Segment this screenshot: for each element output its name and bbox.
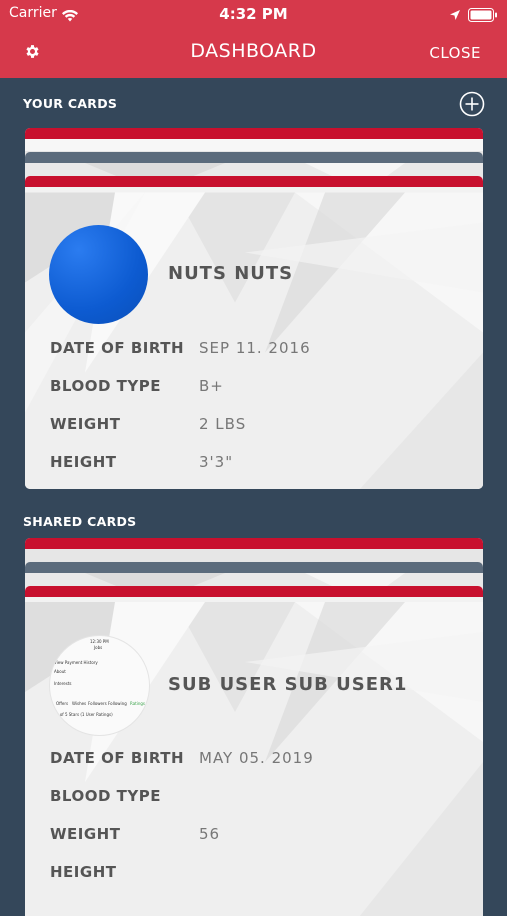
blood-type-value: B+ (199, 377, 224, 395)
close-button[interactable]: CLOSE (429, 44, 481, 62)
avatar-text: View Payment History (54, 660, 98, 665)
dob-label: DATE OF BIRTH (50, 749, 184, 767)
avatar-text: 12:30 PM (90, 639, 109, 644)
blood-type-label: BLOOD TYPE (50, 377, 161, 395)
clock: 4:32 PM (219, 5, 288, 23)
dob-value: SEP 11. 2016 (199, 339, 311, 357)
avatar-text: Ratings (130, 701, 145, 706)
card-stripe (25, 586, 483, 597)
battery-icon (468, 7, 498, 26)
dob-label: DATE OF BIRTH (50, 339, 184, 357)
blood-type-label: BLOOD TYPE (50, 787, 161, 805)
status-bar: Carrier 4:32 PM (0, 0, 507, 28)
avatar-text: Offers (56, 701, 69, 706)
shared-cards-heading: SHARED CARDS (23, 514, 137, 529)
weight-value: 2 LBS (199, 415, 247, 433)
avatar (49, 225, 148, 324)
nav-bar: DASHBOARD CLOSE (0, 28, 507, 78)
weight-label: WEIGHT (50, 825, 121, 843)
card-name: SUB USER SUB USER1 (168, 674, 408, 695)
avatar-text: Jobs (94, 645, 103, 650)
avatar-thumbnail (54, 651, 60, 656)
shared-card[interactable]: 12:30 PM Jobs View Payment History About… (25, 586, 483, 916)
card-name: NUTS NUTS (168, 263, 294, 284)
your-cards-heading: YOUR CARDS (23, 96, 118, 111)
weight-label: WEIGHT (50, 415, 121, 433)
avatar: 12:30 PM Jobs View Payment History About… (49, 635, 150, 736)
weight-value: 56 (199, 825, 221, 843)
your-card[interactable]: NUTS NUTS DATE OF BIRTH SEP 11. 2016 BLO… (25, 176, 483, 489)
location-arrow-icon (449, 6, 461, 25)
avatar-text: About (54, 669, 66, 674)
height-label: HEIGHT (50, 453, 117, 471)
avatar-text: 1 of 5 Stars (1 User Ratings) (56, 712, 113, 717)
height-label: HEIGHT (50, 863, 117, 881)
avatar-text: Following (108, 701, 127, 706)
dob-value: MAY 05. 2019 (199, 749, 314, 767)
height-value: 3'3" (199, 453, 234, 471)
avatar-text: Wishes (72, 701, 87, 706)
avatar-text: Interests (54, 681, 72, 686)
avatar-text: Followers (88, 701, 107, 706)
add-circle-icon[interactable] (459, 91, 485, 121)
card-stripe (25, 176, 483, 187)
